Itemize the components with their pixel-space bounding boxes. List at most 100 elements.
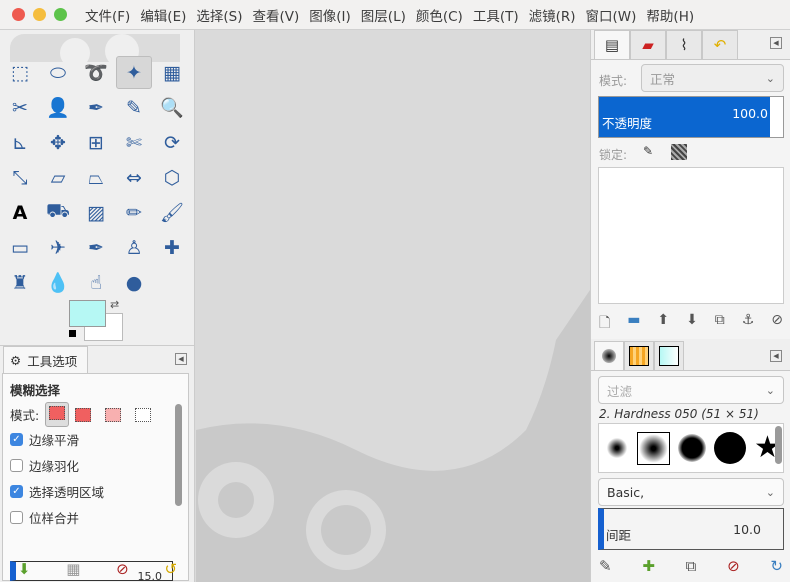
lock-pixels-icon[interactable]: ✎	[643, 144, 653, 158]
eraser-tool-icon[interactable]: ▭	[2, 231, 38, 264]
pencil-tool-icon[interactable]: ✏	[116, 196, 152, 229]
checkbox[interactable]: ✓	[10, 485, 23, 498]
measure-tool-icon[interactable]: ⊾	[2, 126, 38, 159]
tab-channels[interactable]: ▰	[630, 30, 666, 59]
brush-item[interactable]	[605, 436, 629, 460]
menu-item[interactable]: 选择(S)	[196, 5, 242, 25]
delete-layer-icon[interactable]: ⊘	[771, 312, 783, 336]
checkbox[interactable]: ✓	[10, 433, 23, 446]
menu-item[interactable]: 帮助(H)	[646, 5, 694, 25]
menu-item[interactable]: 滤镜(R)	[529, 5, 576, 25]
tab-undo-history[interactable]: ↶	[702, 30, 738, 59]
menu-item[interactable]: 颜色(C)	[416, 5, 463, 25]
option-2[interactable]: ✓ 选择透明区域	[10, 482, 104, 501]
checkbox[interactable]	[10, 459, 23, 472]
bucket-fill-tool-icon[interactable]: ⛟	[40, 196, 76, 229]
ellipse-select-tool-icon[interactable]: ⬭	[40, 56, 76, 89]
mode-add-button[interactable]	[75, 407, 92, 422]
text-tool-icon[interactable]: A	[2, 196, 38, 229]
paths-tool-icon[interactable]: ✒	[78, 91, 114, 124]
brush-filter-input[interactable]: 过滤 ⌄	[598, 376, 784, 404]
save-options-icon[interactable]: ⬇	[18, 560, 31, 578]
panel-menu-button[interactable]: ◀	[175, 353, 187, 365]
brush-item[interactable]	[678, 434, 706, 462]
menu-item[interactable]: 文件(F)	[85, 5, 130, 25]
menu-item[interactable]: 窗口(W)	[586, 5, 637, 25]
minimize-window-button[interactable]	[33, 8, 46, 21]
layers-list[interactable]	[598, 167, 784, 304]
menu-item[interactable]: 查看(V)	[253, 5, 300, 25]
airbrush-tool-icon[interactable]: ✈	[40, 231, 76, 264]
options-scrollbar[interactable]	[175, 404, 182, 506]
tab-brushes[interactable]	[594, 341, 624, 370]
maximize-window-button[interactable]	[54, 8, 67, 21]
reset-options-icon[interactable]: ↺	[165, 560, 178, 578]
brush-tag-select[interactable]: Basic, ⌄	[598, 478, 784, 506]
scissors-tool-icon[interactable]: ✂	[2, 91, 38, 124]
move-tool-icon[interactable]: ✥	[40, 126, 76, 159]
perspective-tool-icon[interactable]: ⏢	[78, 161, 114, 194]
brush-item-selected[interactable]	[637, 431, 670, 465]
duplicate-brush-icon[interactable]: ⧉	[686, 557, 697, 575]
menu-item[interactable]: 图像(I)	[309, 5, 351, 25]
image-canvas[interactable]	[196, 30, 590, 582]
anchor-layer-icon[interactable]: ⚓	[742, 312, 755, 336]
duplicate-layer-icon[interactable]: ⧉	[715, 312, 725, 336]
smudge-tool-icon[interactable]: ☝	[78, 266, 114, 299]
clone-tool-icon[interactable]: ♙	[116, 231, 152, 264]
dock-menu-button[interactable]: ◀	[770, 37, 782, 49]
option-1[interactable]: 边缘羽化	[10, 456, 79, 475]
shear-tool-icon[interactable]: ▱	[40, 161, 76, 194]
free-select-tool-icon[interactable]: ➰	[78, 56, 114, 89]
mode-replace-button[interactable]	[45, 402, 70, 427]
heal-tool-icon[interactable]: ✚	[154, 231, 190, 264]
checkbox[interactable]	[10, 511, 23, 524]
option-0[interactable]: ✓ 边缘平滑	[10, 430, 79, 449]
opacity-spinner[interactable]: 不透明度 100.0	[598, 96, 784, 138]
color-picker-tool-icon[interactable]: ✎	[116, 91, 152, 124]
mode-subtract-button[interactable]	[105, 407, 122, 422]
paintbrush-tool-icon[interactable]: 🖌	[154, 196, 190, 229]
select-by-color-tool-icon[interactable]: ▦	[154, 56, 190, 89]
menu-item[interactable]: 图层(L)	[361, 5, 406, 25]
rect-select-tool-icon[interactable]: ⬚	[2, 56, 38, 89]
tab-patterns[interactable]	[624, 341, 654, 370]
close-window-button[interactable]	[12, 8, 25, 21]
new-brush-icon[interactable]: ✚	[642, 557, 655, 575]
blend-tool-icon[interactable]: ▨	[78, 196, 114, 229]
align-tool-icon[interactable]: ⊞	[78, 126, 114, 159]
refresh-brushes-icon[interactable]: ↻	[770, 557, 783, 575]
rotate-tool-icon[interactable]: ⟳	[154, 126, 190, 159]
ink-tool-icon[interactable]: ✒	[78, 231, 114, 264]
flip-tool-icon[interactable]: ⇔	[116, 161, 152, 194]
new-layer-icon[interactable]: 🗋	[599, 312, 610, 336]
layer-mode-select[interactable]: 正常 ⌄	[641, 64, 784, 92]
perspective-clone-tool-icon[interactable]: ♜	[2, 266, 38, 299]
zoom-tool-icon[interactable]: 🔍	[154, 91, 190, 124]
foreground-select-tool-icon[interactable]: 👤	[40, 91, 76, 124]
scale-tool-icon[interactable]: ⤡	[2, 161, 38, 194]
delete-options-icon[interactable]: ⊘	[116, 560, 129, 578]
brush-grid[interactable]: ★	[598, 423, 784, 473]
option-3[interactable]: 位样合并	[10, 508, 79, 527]
brush-item[interactable]	[714, 432, 746, 464]
foreground-color[interactable]	[69, 300, 106, 327]
default-colors-icon[interactable]	[69, 330, 76, 337]
spacing-spinner[interactable]: 间距 10.0	[598, 508, 784, 550]
tab-gradients[interactable]	[654, 341, 684, 370]
edit-brush-icon[interactable]: ✎	[599, 557, 612, 575]
brushes-menu-button[interactable]: ◀	[770, 350, 782, 362]
mode-intersect-button[interactable]	[135, 407, 152, 422]
swap-colors-icon[interactable]: ⇄	[110, 298, 119, 311]
brush-scrollbar[interactable]	[775, 426, 782, 464]
tab-paths[interactable]: ⌇	[666, 30, 702, 59]
crop-tool-icon[interactable]: ✄	[116, 126, 152, 159]
lower-layer-icon[interactable]: ⬇	[686, 312, 698, 336]
lock-alpha-icon[interactable]	[671, 144, 687, 160]
tab-layers[interactable]: ▤	[594, 30, 630, 59]
delete-brush-icon[interactable]: ⊘	[727, 557, 740, 575]
raise-layer-icon[interactable]: ⬆	[657, 312, 669, 336]
tab-tool-options[interactable]: ⚙ 工具选项	[3, 346, 88, 373]
restore-options-icon[interactable]: ▦	[66, 560, 80, 578]
blur-tool-icon[interactable]: 💧	[40, 266, 76, 299]
